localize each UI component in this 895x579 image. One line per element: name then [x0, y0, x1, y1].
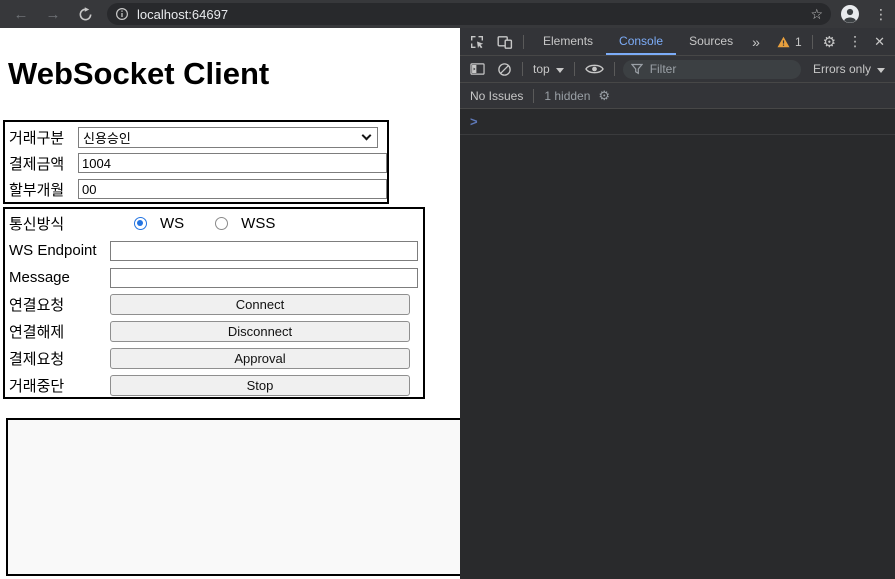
url-text[interactable]: localhost:64697 — [137, 7, 804, 22]
warning-badge[interactable]: 1 — [777, 35, 802, 49]
amount-label: 결제금액 — [9, 155, 65, 173]
devtools-close-icon[interactable]: ✕ — [874, 34, 885, 50]
page-content: WebSocket Client 거래구분 신용승인 결제금액 할부개월 통신방… — [0, 28, 460, 579]
context-selector-label: top — [533, 62, 550, 76]
hidden-settings-icon[interactable]: ⚙ — [598, 88, 610, 104]
issues-bar: No Issues 1 hidden ⚙ — [460, 83, 895, 109]
log-level-label: Errors only — [812, 62, 871, 76]
bookmark-star-icon[interactable]: ☆ — [810, 6, 823, 23]
separator — [573, 62, 575, 76]
separator — [522, 62, 523, 76]
filter-funnel-icon — [630, 63, 643, 75]
reload-glyph — [79, 6, 91, 20]
separator — [613, 62, 615, 76]
console-toolbar: top Errors only — [460, 56, 895, 83]
installment-row: 할부개월 — [9, 176, 387, 202]
tab-sources[interactable]: Sources — [676, 28, 746, 55]
connect-row: 연결요청 Connect — [9, 291, 423, 318]
warning-count: 1 — [794, 34, 802, 49]
disconnect-label: 연결해제 — [9, 324, 65, 341]
transaction-type-select[interactable]: 신용승인 — [78, 126, 378, 148]
address-bar[interactable]: localhost:64697 ☆ — [107, 3, 831, 25]
page-title: WebSocket Client — [8, 56, 270, 91]
message-row: Message — [9, 264, 423, 291]
device-toolbar-icon[interactable] — [497, 34, 513, 50]
stop-label: 거래중단 — [9, 378, 65, 395]
amount-input[interactable] — [78, 153, 387, 173]
approval-button[interactable]: Approval — [110, 348, 410, 369]
amount-row: 결제금액 — [9, 150, 387, 176]
warning-triangle-icon — [777, 36, 790, 47]
log-level-selector[interactable]: Errors only — [813, 62, 885, 76]
devtools-settings-icon[interactable]: ⚙ — [823, 33, 836, 51]
stop-button[interactable]: Stop — [110, 375, 410, 396]
console-prompt-chevron: > — [470, 114, 478, 129]
disconnect-row: 연결해제 Disconnect — [9, 318, 423, 345]
devtools-panel: Elements Console Sources » 1 ⚙ ⋮ ✕ top F… — [460, 28, 895, 579]
method-label: 통신방식 — [9, 216, 65, 233]
disconnect-button[interactable]: Disconnect — [110, 321, 410, 342]
endpoint-input[interactable] — [110, 240, 418, 261]
message-label: Message — [9, 269, 70, 286]
transaction-type-value: 신용승인 — [83, 130, 131, 146]
stop-row: 거래중단 Stop — [9, 372, 423, 399]
reload-icon[interactable] — [73, 6, 97, 22]
issues-status[interactable]: No Issues — [470, 89, 523, 103]
browser-menu-icon[interactable]: ⋮ — [871, 6, 891, 23]
more-tabs-icon[interactable]: » — [746, 34, 766, 50]
inspect-element-icon[interactable] — [469, 34, 485, 50]
browser-window: ← → localhost:64697 ☆ ⋮ WebSocket Client… — [0, 0, 895, 579]
approval-label: 결제요청 — [9, 351, 65, 368]
filter-input[interactable] — [649, 62, 780, 76]
tab-elements[interactable]: Elements — [530, 28, 606, 55]
transaction-form: 거래구분 신용승인 결제금액 할부개월 — [3, 120, 389, 204]
console-prompt-row[interactable]: > — [460, 109, 895, 135]
connect-button[interactable]: Connect — [110, 294, 410, 315]
chevron-down-icon — [877, 68, 885, 73]
method-row: 통신방식 WS WSS — [9, 210, 423, 237]
devtools-menu-icon[interactable]: ⋮ — [848, 33, 862, 50]
tab-console[interactable]: Console — [606, 28, 677, 55]
message-input[interactable] — [110, 267, 418, 288]
ws-radio[interactable] — [134, 217, 147, 230]
chevron-down-icon — [361, 130, 372, 141]
ws-radio-label[interactable]: WS — [160, 215, 184, 232]
devtools-tab-bar: Elements Console Sources » 1 ⚙ ⋮ ✕ — [460, 28, 895, 56]
separator — [523, 34, 524, 49]
live-expression-eye-icon[interactable] — [584, 63, 604, 75]
browser-toolbar: ← → localhost:64697 ☆ ⋮ — [0, 0, 895, 28]
wss-radio[interactable] — [215, 217, 229, 230]
separator — [811, 34, 813, 49]
site-info-icon[interactable] — [115, 7, 129, 21]
connect-label: 연결요청 — [9, 297, 65, 314]
context-selector[interactable]: top — [533, 62, 564, 76]
separator — [533, 88, 535, 103]
chevron-down-icon — [555, 68, 564, 73]
installment-label: 할부개월 — [9, 181, 65, 199]
console-filter[interactable] — [622, 59, 801, 79]
avatar-icon — [841, 5, 859, 23]
wss-radio-label[interactable]: WSS — [241, 215, 275, 232]
endpoint-label: WS Endpoint — [9, 242, 97, 259]
approval-row: 결제요청 Approval — [9, 345, 423, 372]
endpoint-row: WS Endpoint — [9, 237, 423, 264]
log-area — [6, 418, 460, 576]
transaction-type-label: 거래구분 — [9, 129, 65, 147]
clear-console-icon[interactable] — [497, 62, 512, 77]
console-output[interactable]: > — [460, 109, 895, 135]
profile-avatar[interactable] — [841, 5, 859, 23]
console-sidebar-icon[interactable] — [470, 62, 485, 76]
installment-input[interactable] — [78, 179, 387, 199]
hidden-messages-count[interactable]: 1 hidden — [544, 89, 590, 103]
forward-icon[interactable]: → — [41, 6, 65, 23]
back-icon[interactable]: ← — [9, 6, 33, 23]
connection-form: 통신방식 WS WSS WS Endpoint Message 연결요청 Con… — [3, 207, 425, 399]
transaction-type-row: 거래구분 신용승인 — [9, 124, 387, 150]
